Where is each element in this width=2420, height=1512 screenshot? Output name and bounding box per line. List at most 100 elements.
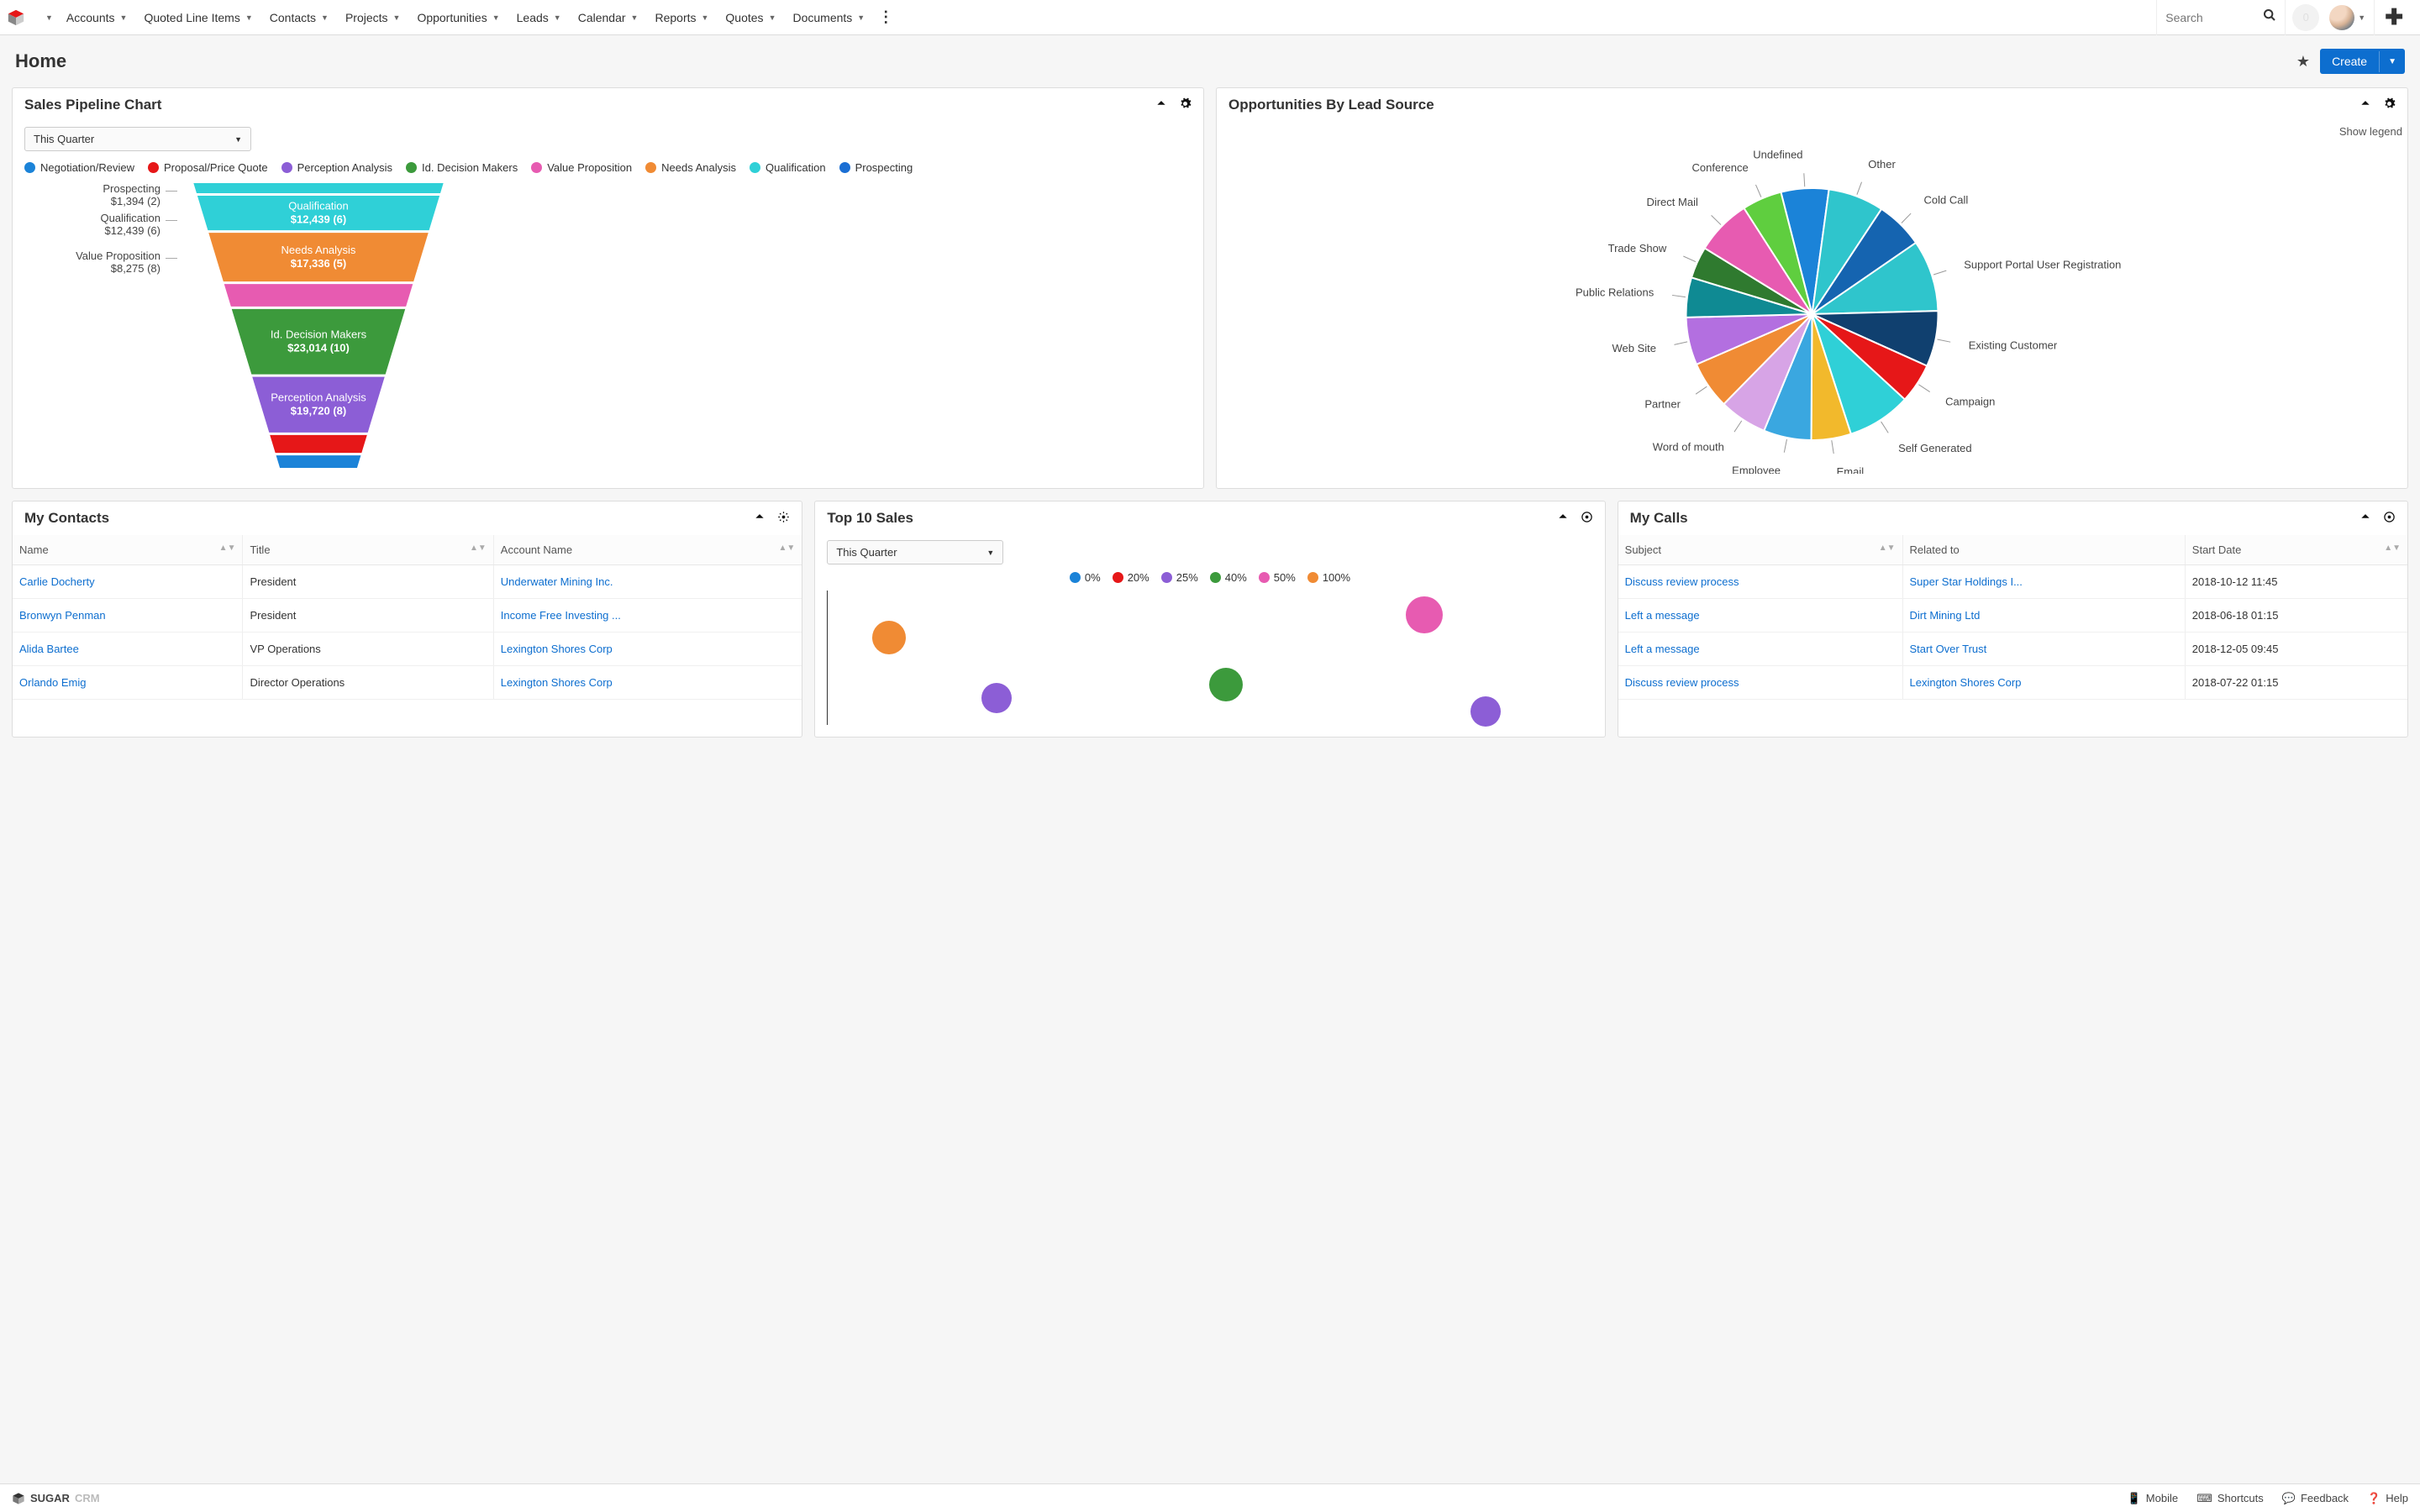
panel-opportunities: Opportunities By Lead Source Show legend… [1216, 87, 2408, 489]
table-header[interactable]: Related to [1902, 535, 2185, 565]
nav-item[interactable]: Opportunities▼ [410, 0, 506, 35]
gear-icon[interactable] [777, 511, 790, 526]
call-subject-link[interactable]: Discuss review process [1625, 575, 1739, 588]
create-split-icon[interactable]: ▼ [2379, 51, 2405, 72]
call-subject-link[interactable]: Left a message [1625, 609, 1700, 622]
svg-text:Needs Analysis: Needs Analysis [281, 244, 356, 256]
legend-item[interactable]: 25% [1161, 571, 1198, 584]
call-subject-link[interactable]: Left a message [1625, 643, 1700, 655]
table-header[interactable]: Subject▲▼ [1618, 535, 1902, 565]
legend-item[interactable]: Proposal/Price Quote [148, 161, 268, 174]
nav-more-icon[interactable]: ⋮ [871, 8, 900, 26]
legend-item[interactable]: Negotiation/Review [24, 161, 134, 174]
legend-item[interactable]: Prospecting [839, 161, 913, 174]
svg-text:Undefined: Undefined [1753, 148, 1802, 160]
nav-item[interactable]: Documents▼ [786, 0, 871, 35]
nav-item[interactable]: Leads▼ [510, 0, 568, 35]
contact-link[interactable]: Carlie Docherty [19, 575, 95, 588]
legend-item[interactable]: 40% [1210, 571, 1247, 584]
notification-badge[interactable]: 0 [2292, 4, 2319, 31]
call-related-link[interactable]: Lexington Shores Corp [1910, 676, 2022, 689]
svg-text:Employee: Employee [1732, 464, 1781, 474]
call-related-link[interactable]: Dirt Mining Ltd [1910, 609, 1981, 622]
collapse-icon[interactable] [2360, 511, 2371, 526]
search-wrap [2156, 0, 2286, 35]
gear-icon[interactable] [2383, 511, 2396, 526]
nav-item[interactable]: Calendar▼ [571, 0, 645, 35]
nav-item[interactable]: Contacts▼ [263, 0, 335, 35]
footer-link[interactable]: ❓Help [2367, 1492, 2408, 1505]
quick-create-icon[interactable]: ✚ [2374, 0, 2413, 35]
svg-text:$23,014 (10): $23,014 (10) [287, 342, 350, 354]
panel-title: Sales Pipeline Chart [24, 97, 161, 113]
contact-link[interactable]: Alida Bartee [19, 643, 79, 655]
avatar[interactable] [2329, 5, 2354, 30]
show-legend-link[interactable]: Show legend [1217, 122, 2407, 138]
legend-item[interactable]: Value Proposition [531, 161, 632, 174]
table-header[interactable]: Start Date▲▼ [2185, 535, 2407, 565]
footer-brand: SUGARCRM [12, 1492, 100, 1505]
nav-item[interactable]: Accounts▼ [60, 0, 134, 35]
nav-item[interactable]: Quotes▼ [718, 0, 782, 35]
shortcuts-icon: ⌨ [2196, 1492, 2212, 1505]
call-related-link[interactable]: Super Star Holdings I... [1910, 575, 2023, 588]
panel-contacts: My Contacts Name▲▼Title▲▼Account Name▲▼ … [12, 501, 802, 738]
bubble-point[interactable] [872, 621, 906, 654]
collapse-icon[interactable] [754, 511, 765, 526]
svg-text:Partner: Partner [1644, 398, 1681, 411]
sales-period-dropdown[interactable]: This Quarter▼ [827, 540, 1003, 564]
collapse-icon[interactable] [1557, 511, 1569, 526]
bubble-point[interactable] [1406, 596, 1443, 633]
logo-icon[interactable] [7, 8, 25, 27]
nav-item[interactable]: Quoted Line Items▼ [137, 0, 259, 35]
logo-dropdown[interactable]: ▼ [34, 0, 60, 35]
table-header[interactable]: Title▲▼ [243, 535, 493, 565]
search-icon[interactable] [2263, 8, 2276, 26]
table-row: Discuss review process Super Star Holding… [1618, 565, 2407, 599]
legend-item[interactable]: 0% [1070, 571, 1101, 584]
legend-item[interactable]: Id. Decision Makers [406, 161, 518, 174]
table-row: Left a messageStart Over Trust2018-12-05… [1618, 633, 2407, 666]
svg-text:Direct Mail: Direct Mail [1646, 196, 1698, 208]
bubble-point[interactable] [1470, 696, 1501, 727]
panel-calls: My Calls Subject▲▼Related toStart Date▲▼… [1618, 501, 2408, 738]
contact-link[interactable]: Orlando Emig [19, 676, 86, 689]
footer-link[interactable]: ⌨Shortcuts [2196, 1492, 2264, 1505]
gear-icon[interactable] [1179, 97, 1192, 113]
funnel-chart: Qualification$12,439 (6)Needs Analysis$1… [184, 182, 453, 468]
search-input[interactable] [2165, 11, 2258, 24]
pipeline-legend: Negotiation/Review Proposal/Price Quote Pe… [24, 161, 1192, 174]
call-subject-link[interactable]: Discuss review process [1625, 676, 1739, 689]
contact-link[interactable]: Bronwyn Penman [19, 609, 106, 622]
legend-item[interactable]: Qualification [750, 161, 826, 174]
footer-link[interactable]: 📱Mobile [2128, 1492, 2178, 1505]
collapse-icon[interactable] [1155, 97, 1167, 113]
nav-item[interactable]: Projects▼ [339, 0, 408, 35]
table-header[interactable]: Account Name▲▼ [493, 535, 802, 565]
collapse-icon[interactable] [2360, 97, 2371, 113]
legend-item[interactable]: 50% [1259, 571, 1296, 584]
legend-item[interactable]: 20% [1113, 571, 1150, 584]
create-button[interactable]: Create ▼ [2320, 49, 2405, 74]
favorite-icon[interactable]: ★ [2296, 53, 2310, 71]
bubble-point[interactable] [1209, 668, 1243, 701]
nav-item[interactable]: Reports▼ [648, 0, 715, 35]
account-link[interactable]: Lexington Shores Corp [501, 676, 613, 689]
account-link[interactable]: Underwater Mining Inc. [501, 575, 613, 588]
svg-text:Other: Other [1868, 158, 1896, 171]
gear-icon[interactable] [2383, 97, 2396, 113]
legend-item[interactable]: Needs Analysis [645, 161, 736, 174]
legend-item[interactable]: Perception Analysis [281, 161, 392, 174]
table-header[interactable]: Name▲▼ [13, 535, 243, 565]
avatar-caret-icon[interactable]: ▼ [2358, 13, 2365, 22]
account-link[interactable]: Income Free Investing ... [501, 609, 621, 622]
account-link[interactable]: Lexington Shores Corp [501, 643, 613, 655]
bubble-point[interactable] [981, 683, 1012, 713]
panel-title: My Contacts [24, 510, 109, 527]
period-dropdown[interactable]: This Quarter▼ [24, 127, 251, 151]
gear-icon[interactable] [1581, 511, 1593, 526]
call-related-link[interactable]: Start Over Trust [1910, 643, 1987, 655]
svg-text:Existing Customer: Existing Customer [1969, 339, 2058, 352]
legend-item[interactable]: 100% [1307, 571, 1350, 584]
footer-link[interactable]: 💬Feedback [2282, 1492, 2349, 1505]
